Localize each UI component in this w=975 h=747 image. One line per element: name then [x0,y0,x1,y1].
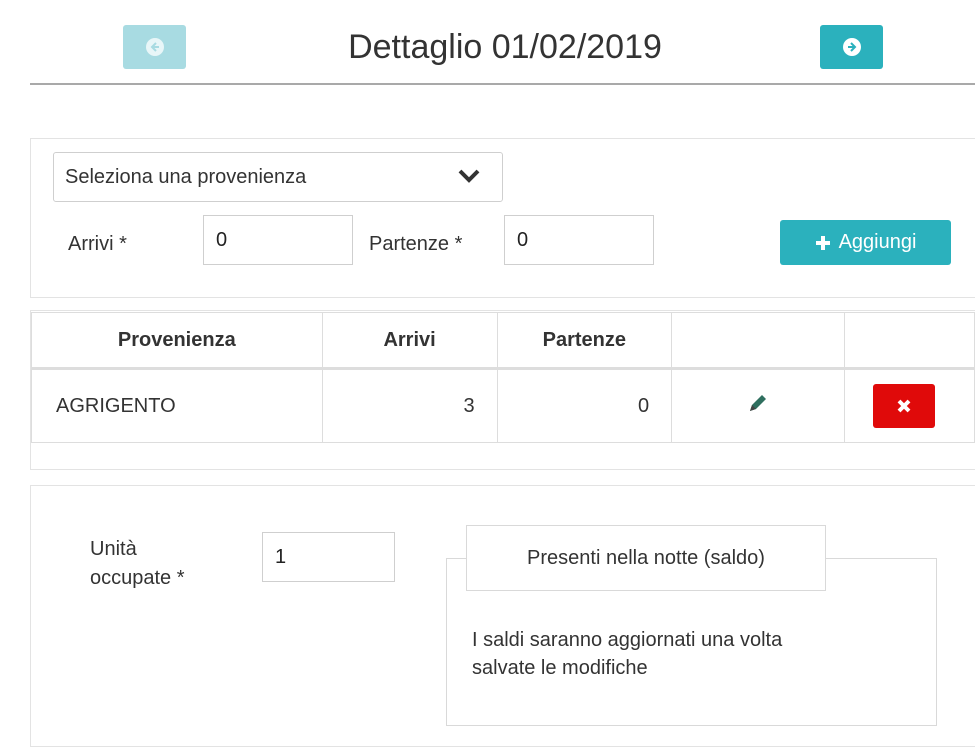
unita-occupate-label-line2: occupate * [90,567,185,589]
provenienze-table: Provenienza Arrivi Partenze AGRIGENTO 3 … [31,312,975,443]
unita-occupate-label-line1: Unità [90,538,137,560]
column-header-arrivi: Arrivi [321,312,498,369]
saldo-note-line2: salvate le modifiche [472,657,648,679]
saldo-note: I saldi saranno aggiornati una volta sal… [472,626,912,682]
arrow-circle-right-icon [842,38,861,56]
arrivi-label: Arrivi * [68,233,127,255]
pencil-icon[interactable] [746,391,770,415]
column-header-edit [671,312,845,369]
page-title: Dettaglio 01/02/2019 [348,28,662,66]
saldo-note-line1: I saldi saranno aggiornati una volta [472,629,783,651]
add-button-label: Aggiungi [838,231,917,253]
chevron-down-icon [458,169,480,183]
cell-delete [843,368,975,443]
column-header-delete [843,312,975,369]
provenienza-select-value: Seleziona una provenienza [65,166,307,188]
cell-arrivi: 3 [321,368,498,443]
column-header-partenze: Partenze [496,312,673,369]
arrow-circle-left-icon [145,38,164,56]
header-divider [30,83,975,85]
plus-icon [815,235,830,250]
saldo-legend: Presenti nella notte (saldo) [466,525,826,591]
delete-button[interactable] [872,384,935,428]
previous-day-button[interactable] [123,25,186,69]
next-day-button[interactable] [820,25,883,69]
close-icon [897,399,911,413]
add-button[interactable]: Aggiungi [780,220,951,265]
partenze-label: Partenze * [369,233,463,255]
column-header-provenienza: Provenienza [31,312,323,369]
unita-occupate-input[interactable]: 1 [262,532,395,582]
arrivi-input[interactable]: 0 [203,215,353,265]
table-header-row: Provenienza Arrivi Partenze [31,312,975,369]
cell-edit [671,368,845,443]
cell-provenienza: AGRIGENTO [31,368,323,443]
table-row: AGRIGENTO 3 0 [31,368,975,443]
partenze-input[interactable]: 0 [504,215,654,265]
cell-partenze: 0 [496,368,673,443]
